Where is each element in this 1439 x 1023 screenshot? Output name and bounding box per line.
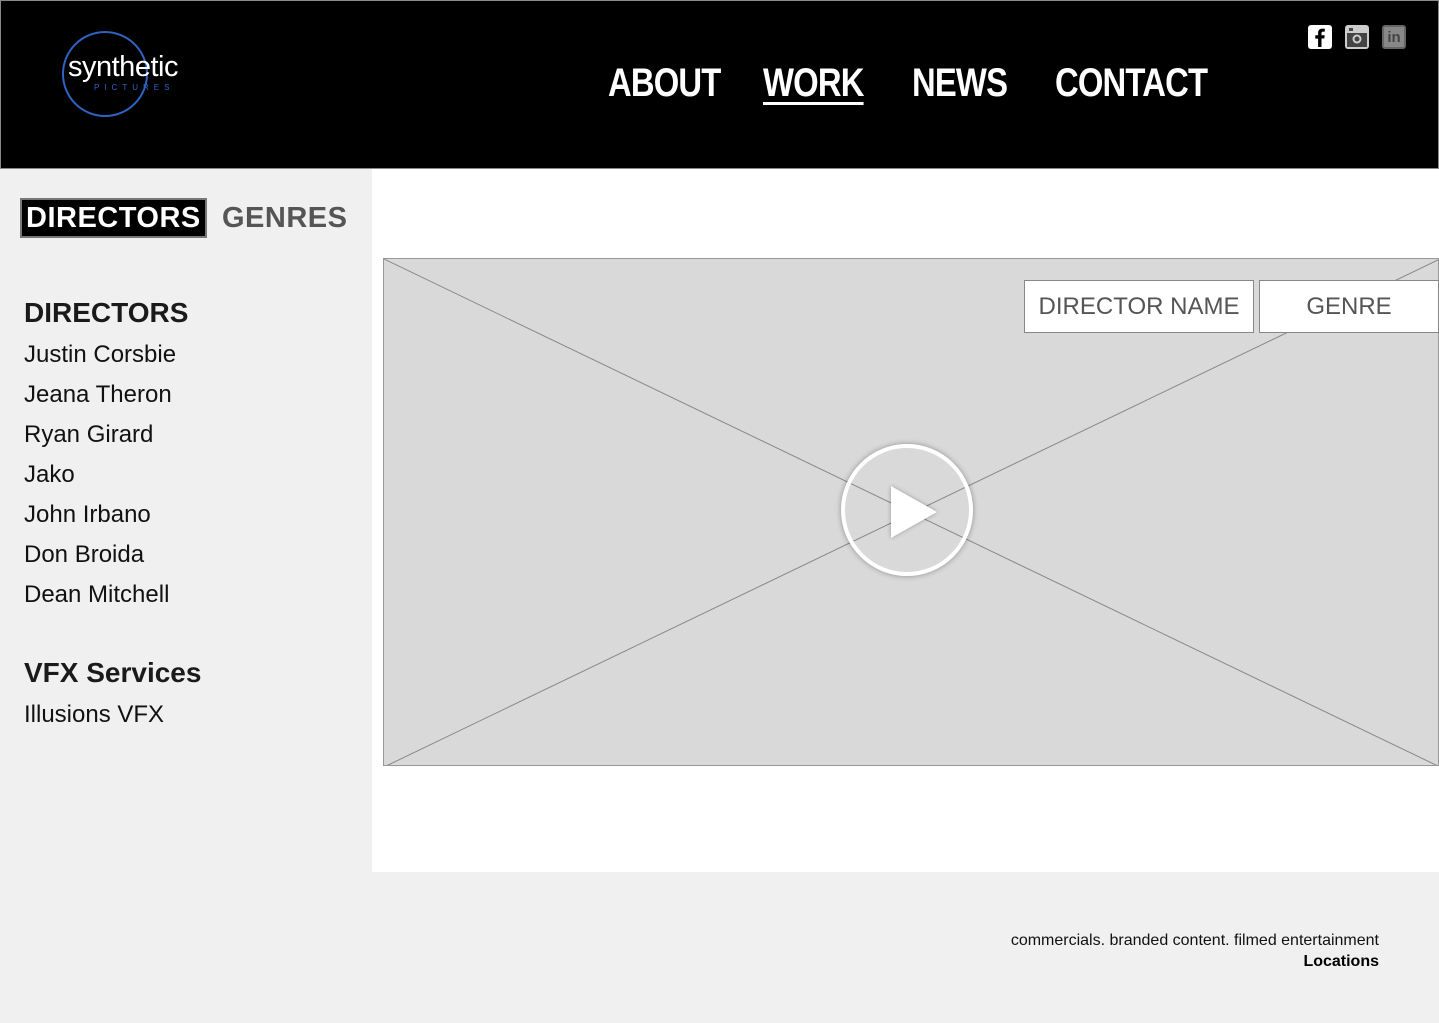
director-name-filter[interactable]: DIRECTOR NAME (1024, 280, 1254, 333)
play-icon (891, 486, 937, 538)
linkedin-icon[interactable]: in (1382, 25, 1406, 49)
vfx-heading: VFX Services (24, 657, 202, 688)
sidebar: DIRECTORS GENRES DIRECTORS Justin Corsbi… (0, 169, 372, 872)
director-item[interactable]: Justin Corsbie (24, 341, 176, 369)
vfx-item[interactable]: Illusions VFX (24, 701, 164, 729)
tab-genres[interactable]: GENRES (218, 198, 351, 238)
logo-wordmark: synthetic (68, 51, 178, 83)
brand-logo[interactable]: synthetic PICTURES (62, 31, 196, 117)
site-header: synthetic PICTURES ABOUT WORK NEWS CONTA… (0, 0, 1439, 169)
footer-tagline: commercials. branded content. filmed ent… (1010, 932, 1379, 949)
nav-contact[interactable]: CONTACT (1055, 61, 1208, 106)
genre-filter[interactable]: GENRE (1259, 280, 1439, 333)
play-button[interactable] (841, 444, 973, 576)
logo-subtext: PICTURES (94, 83, 175, 92)
tab-directors[interactable]: DIRECTORS (20, 198, 207, 238)
director-item[interactable]: Dean Mitchell (24, 581, 169, 609)
video-player[interactable] (383, 258, 1439, 766)
director-item[interactable]: Don Broida (24, 541, 144, 569)
director-item[interactable]: John Irbano (24, 501, 151, 529)
director-item[interactable]: Jako (24, 461, 75, 489)
nav-about[interactable]: ABOUT (608, 61, 721, 106)
facebook-icon[interactable] (1308, 25, 1332, 49)
instagram-icon[interactable] (1345, 25, 1369, 49)
footer-locations-link[interactable]: Locations (1303, 953, 1379, 971)
nav-news[interactable]: NEWS (912, 61, 1008, 106)
director-item[interactable]: Jeana Theron (24, 381, 172, 409)
nav-work[interactable]: WORK (763, 61, 864, 106)
director-item[interactable]: Ryan Girard (24, 421, 153, 449)
directors-heading: DIRECTORS (24, 297, 189, 328)
